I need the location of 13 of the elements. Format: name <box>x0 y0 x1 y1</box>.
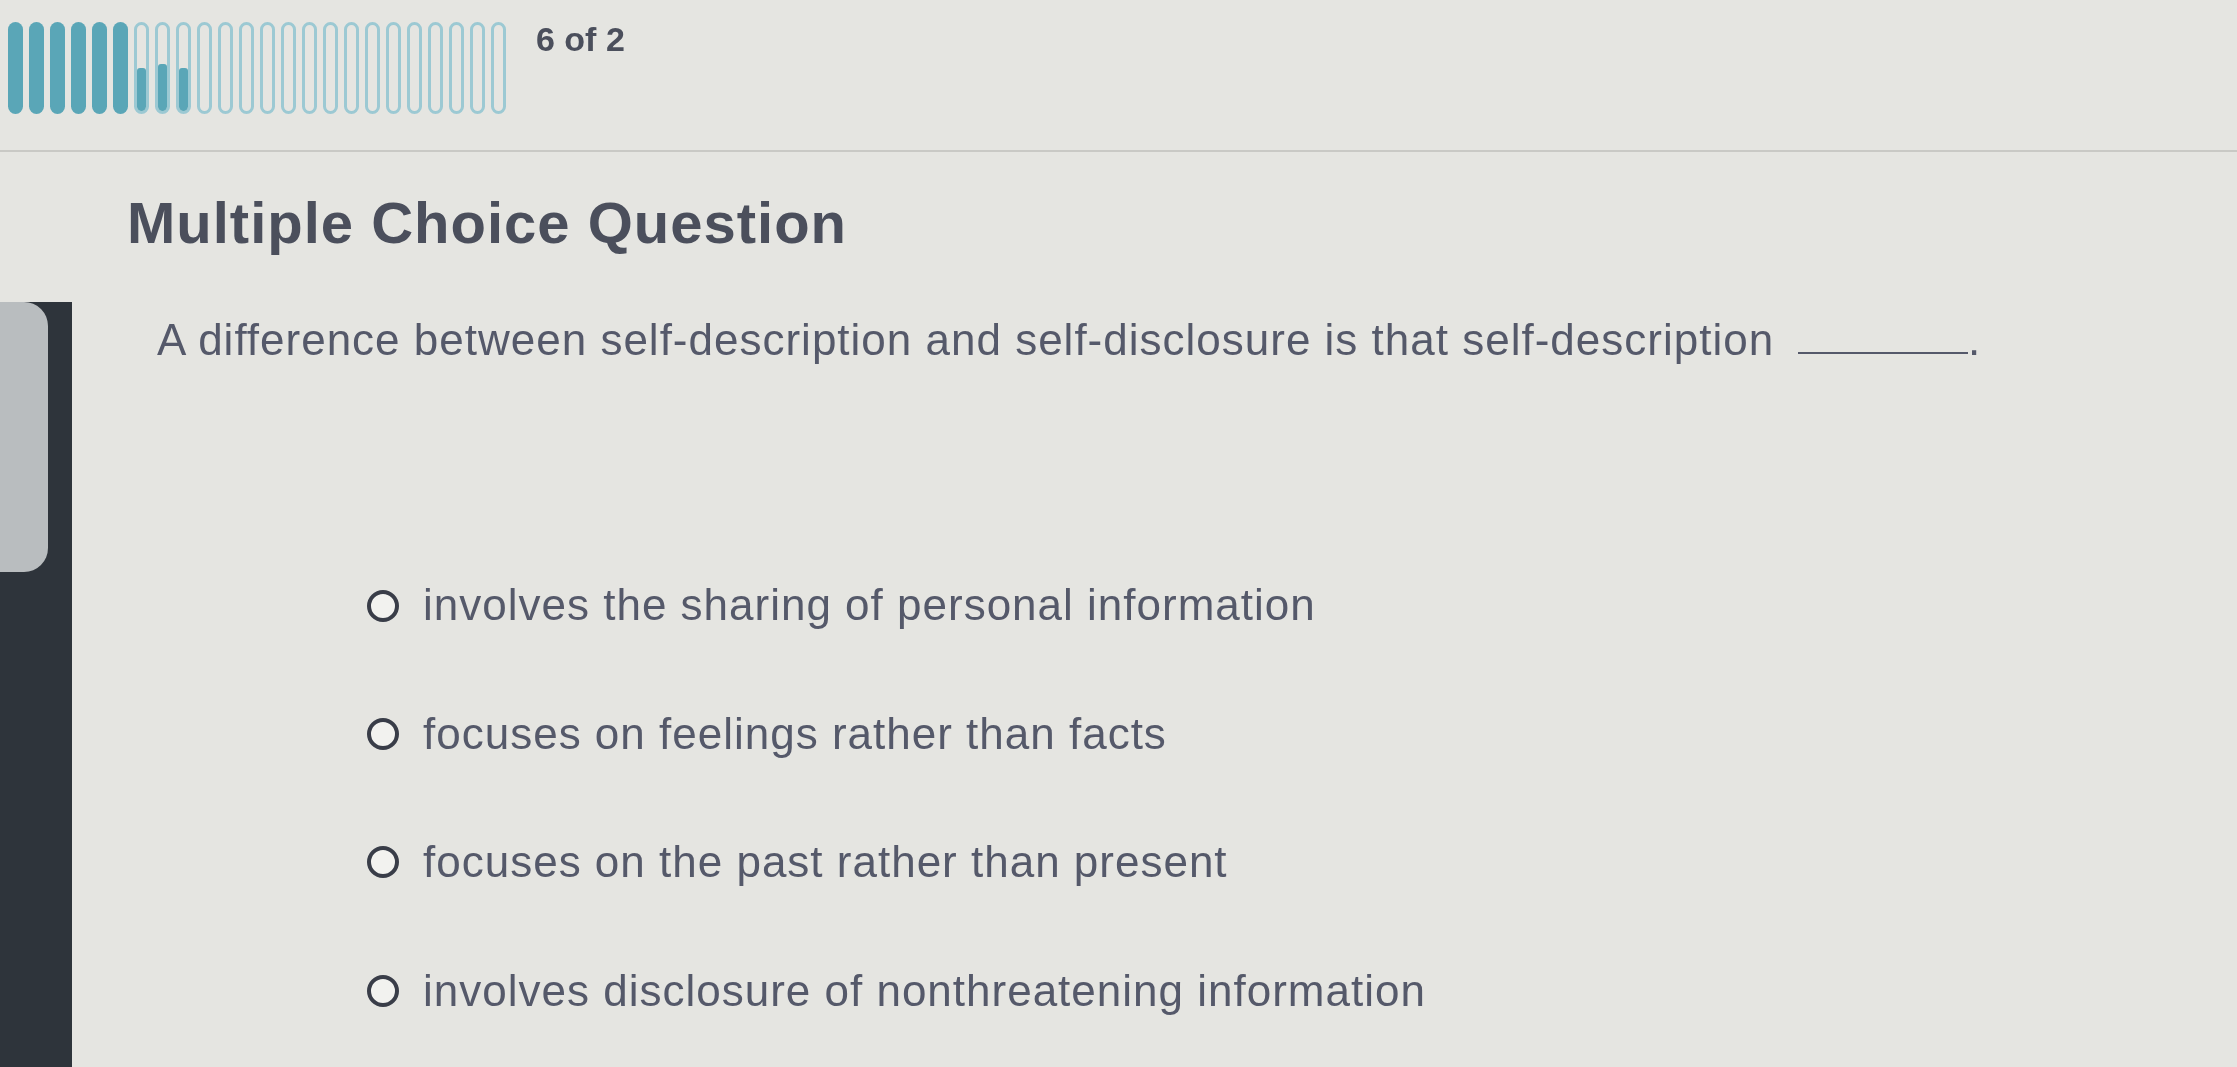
question-text: A difference between self-description and self-disclosure is that self-description <box>157 313 1775 366</box>
radio-button[interactable] <box>367 846 399 879</box>
question-type-heading: Multiple Choice Question <box>127 189 848 257</box>
scroll-thumb[interactable] <box>0 302 48 572</box>
answer-option-label[interactable]: focuses on feelings rather than facts <box>423 709 1167 759</box>
question-counter: 6 of 2 <box>536 22 625 56</box>
answer-option-label[interactable]: focuses on the past rather than present <box>423 838 1228 887</box>
question-period: . <box>1968 313 1982 366</box>
radio-button[interactable] <box>367 974 399 1007</box>
answer-option-label[interactable]: involves disclosure of nonthreatening information <box>423 966 1426 1015</box>
radio-button[interactable] <box>367 717 399 750</box>
answer-option-label[interactable]: involves the sharing of personal information <box>423 581 1316 630</box>
radio-button[interactable] <box>367 589 399 622</box>
